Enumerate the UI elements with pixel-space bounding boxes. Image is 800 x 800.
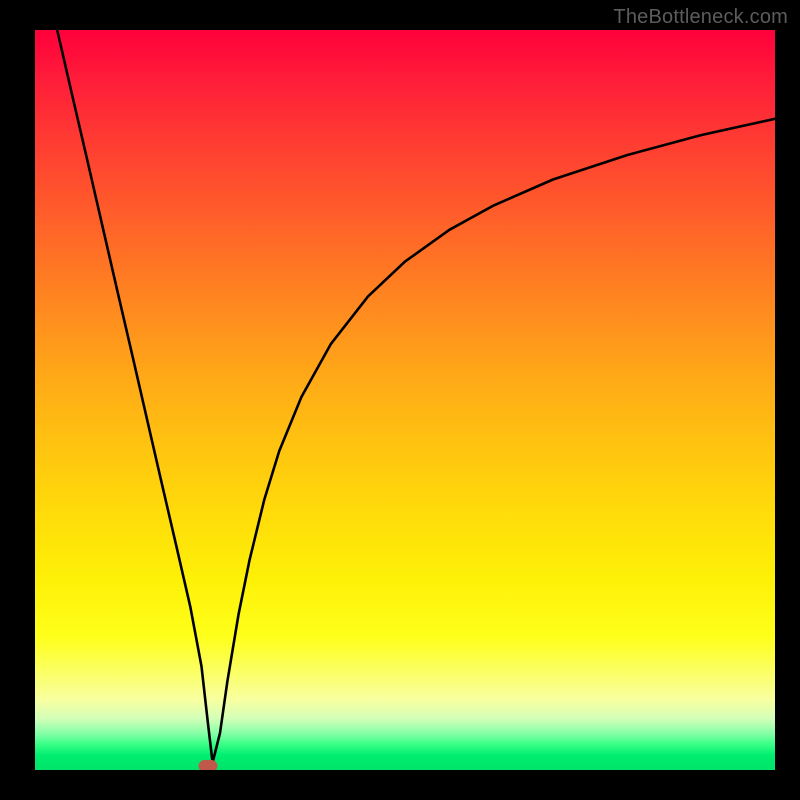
watermark-text: TheBottleneck.com bbox=[613, 6, 788, 29]
bottleneck-marker bbox=[199, 760, 218, 770]
curve-path bbox=[57, 30, 775, 763]
chart-frame: TheBottleneck.com bbox=[0, 0, 800, 800]
curve-svg bbox=[35, 30, 775, 770]
plot-area bbox=[35, 30, 775, 770]
